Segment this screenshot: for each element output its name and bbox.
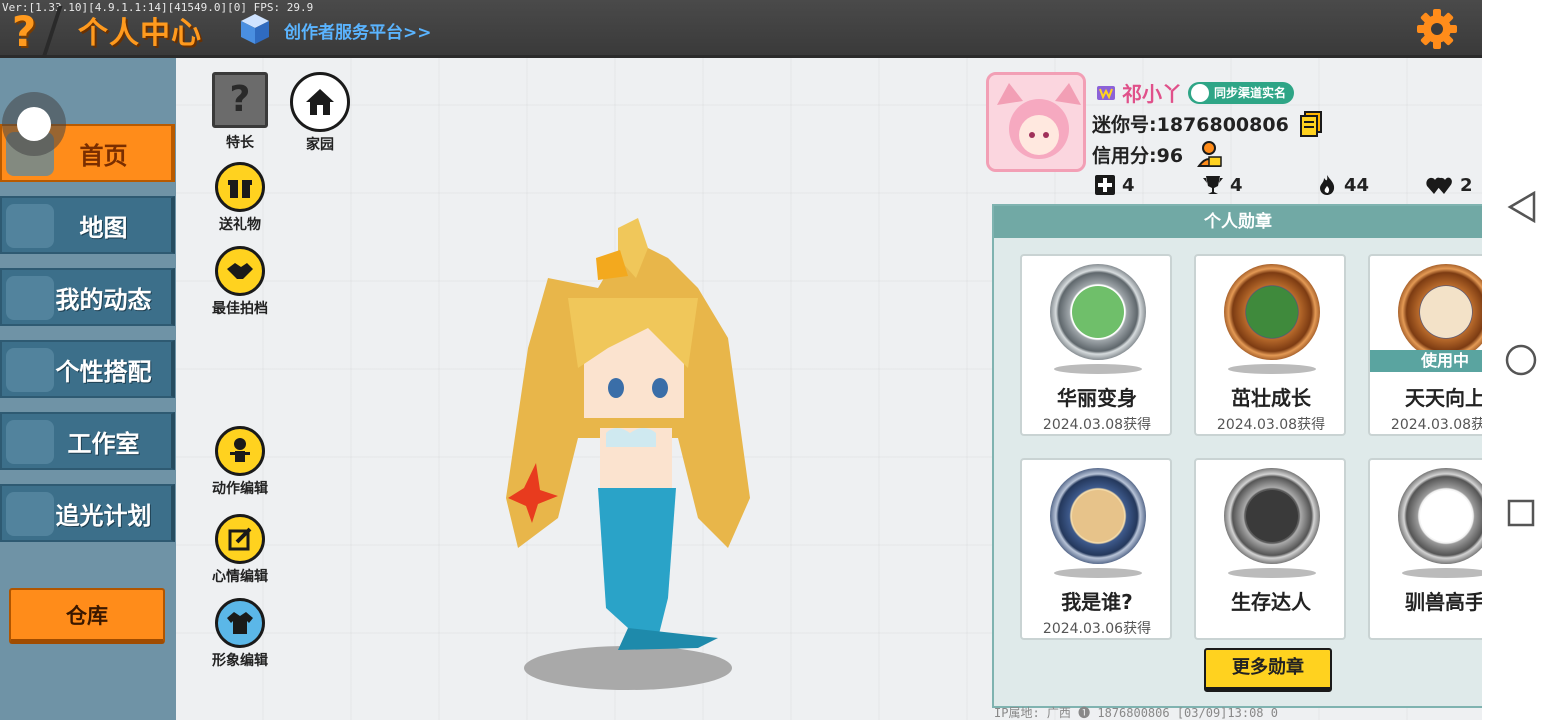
stat-value: 44	[1344, 174, 1370, 196]
edit-icon	[215, 514, 265, 564]
stat-value: 4	[1122, 174, 1135, 196]
medal-icon	[1224, 468, 1320, 564]
outfit-edit-icon	[215, 598, 265, 648]
top-bar: Ver:[1.33.10][4.9.1.1:14][41549.0][0] FP…	[0, 0, 1482, 58]
medal-card[interactable]: 华丽变身 2024.03.08获得	[1020, 254, 1172, 436]
more-medals-button[interactable]: 更多勋章	[1204, 648, 1332, 692]
medal-date: 2024.03.08获得	[1216, 417, 1326, 433]
medal-card[interactable]: 我是谁? 2024.03.06获得	[1020, 458, 1172, 640]
medal-icon	[1398, 468, 1494, 564]
sidebar-item-light-plan[interactable]: 追光计划	[0, 484, 175, 542]
medal-shadow	[1402, 568, 1490, 578]
house-icon	[290, 72, 350, 132]
action-edit-button[interactable]: 动作编辑	[204, 426, 276, 498]
mood-edit-button[interactable]: 心情编辑	[204, 514, 276, 586]
creator-platform-link[interactable]: 创作者服务平台>>	[284, 18, 432, 43]
handshake-icon	[215, 246, 265, 296]
medal-date: 2024.03.08获得	[1042, 417, 1152, 433]
best-partner-button[interactable]: 最佳拍档	[204, 246, 276, 318]
medal-panel-title: 个人勋章	[994, 206, 1482, 238]
realname-badge-label: 同步渠道实名	[1214, 85, 1287, 100]
realname-badge[interactable]: 同步渠道实名	[1188, 81, 1295, 104]
home-button[interactable]: 家园	[288, 72, 352, 154]
user-check-icon	[1191, 83, 1209, 102]
action-label: 特长	[226, 135, 254, 151]
sidebar-item-label: 我的动态	[55, 285, 152, 314]
stat-value: 2	[1460, 174, 1473, 196]
talent-button[interactable]: ? 特长	[208, 72, 272, 152]
mini-id-row: 迷你号:1876800806	[1092, 110, 1323, 137]
medal-icon	[1224, 264, 1320, 360]
recent-apps-icon[interactable]	[1506, 498, 1536, 528]
action-label: 形象编辑	[212, 653, 268, 669]
trophy-icon	[1203, 176, 1223, 194]
help-button[interactable]: ?	[6, 10, 42, 54]
medal-name: 生存达人	[1231, 590, 1311, 614]
medal-card[interactable]: 生存达人	[1194, 458, 1346, 640]
look-edit-button[interactable]: 形象编辑	[204, 598, 276, 670]
sidebar-item-label: 追光计划	[55, 501, 152, 530]
warehouse-button[interactable]: 仓库	[9, 588, 165, 644]
home-circle-icon[interactable]	[1504, 343, 1538, 377]
username: 祁小丫	[1122, 82, 1182, 106]
stats-row: 4 4 44 2	[1094, 174, 1474, 198]
credit-row: 信用分:96	[1092, 140, 1223, 168]
sidebar-item-outfit[interactable]: 个性搭配	[0, 340, 175, 398]
medal-icon	[1398, 264, 1494, 360]
medal-shadow	[1228, 568, 1316, 578]
medal-date: 2024.03.06获得	[1042, 621, 1152, 637]
medal-shadow	[1054, 364, 1142, 374]
stat-plus[interactable]: 4	[1094, 174, 1135, 196]
action-figure-icon	[215, 426, 265, 476]
stat-value: 4	[1230, 174, 1243, 196]
footer-info: IP属地: 广西 ❶ 1876800806 [03/09]13:08 0	[994, 706, 1278, 720]
main-area: ? 特长 家园 送礼物 最佳拍档 动作编辑 心情编辑 形象编辑 祁小丫 同步渠道…	[176, 58, 1520, 720]
stat-fire[interactable]: 44	[1316, 174, 1369, 196]
vip-icon	[1097, 85, 1115, 100]
sidebar-item-label: 工作室	[67, 429, 140, 458]
fire-icon	[1320, 175, 1335, 195]
gear-icon[interactable]	[1414, 6, 1460, 52]
avatar[interactable]	[986, 72, 1086, 172]
medal-name: 茁壮成长	[1231, 386, 1311, 410]
medal-name: 华丽变身	[1057, 386, 1137, 410]
action-label: 心情编辑	[212, 569, 268, 585]
sidebar: 首页 地图 我的动态 个性搭配 工作室 追光计划 仓库	[0, 58, 176, 720]
back-icon[interactable]	[1506, 190, 1538, 224]
medal-shadow	[1228, 364, 1316, 374]
plus-box-icon	[1095, 175, 1115, 195]
joystick[interactable]	[2, 92, 66, 156]
action-label: 家园	[306, 137, 334, 153]
credit-user-icon[interactable]	[1197, 140, 1223, 168]
gift-icon	[215, 162, 265, 212]
credit-score: 信用分:96	[1092, 144, 1184, 167]
action-label: 送礼物	[219, 217, 261, 233]
hearts-icon	[1426, 177, 1452, 194]
sidebar-item-label: 地图	[79, 213, 128, 242]
sidebar-item-label: 个性搭配	[55, 357, 152, 386]
page-title: 个人中心	[78, 16, 202, 51]
copy-icon[interactable]	[1299, 110, 1323, 137]
send-gift-button[interactable]: 送礼物	[208, 162, 272, 234]
medal-shadow	[1054, 568, 1142, 578]
stat-trophy[interactable]: 4	[1202, 174, 1243, 196]
medal-name: 我是谁?	[1061, 590, 1133, 614]
medal-card[interactable]: 茁壮成长 2024.03.08获得	[1194, 254, 1346, 436]
action-label: 动作编辑	[212, 481, 268, 497]
stat-hearts[interactable]: 2	[1426, 174, 1473, 196]
avatar-character[interactable]	[488, 218, 772, 658]
android-nav-bar	[1482, 0, 1560, 720]
medal-icon	[1050, 468, 1146, 564]
medal-icon	[1050, 264, 1146, 360]
mini-id: 迷你号:1876800806	[1092, 114, 1289, 136]
sidebar-item-my-posts[interactable]: 我的动态	[0, 268, 175, 326]
question-icon: ?	[212, 72, 268, 128]
sidebar-item-map[interactable]: 地图	[0, 196, 175, 254]
cube-icon[interactable]	[238, 12, 272, 46]
sidebar-item-studio[interactable]: 工作室	[0, 412, 175, 470]
action-label: 最佳拍档	[212, 301, 268, 317]
medal-panel: 个人勋章 华丽变身 2024.03.08获得 茁壮成长 2024.03.08获得…	[992, 204, 1520, 708]
username-row: 祁小丫 同步渠道实名	[1096, 78, 1295, 107]
